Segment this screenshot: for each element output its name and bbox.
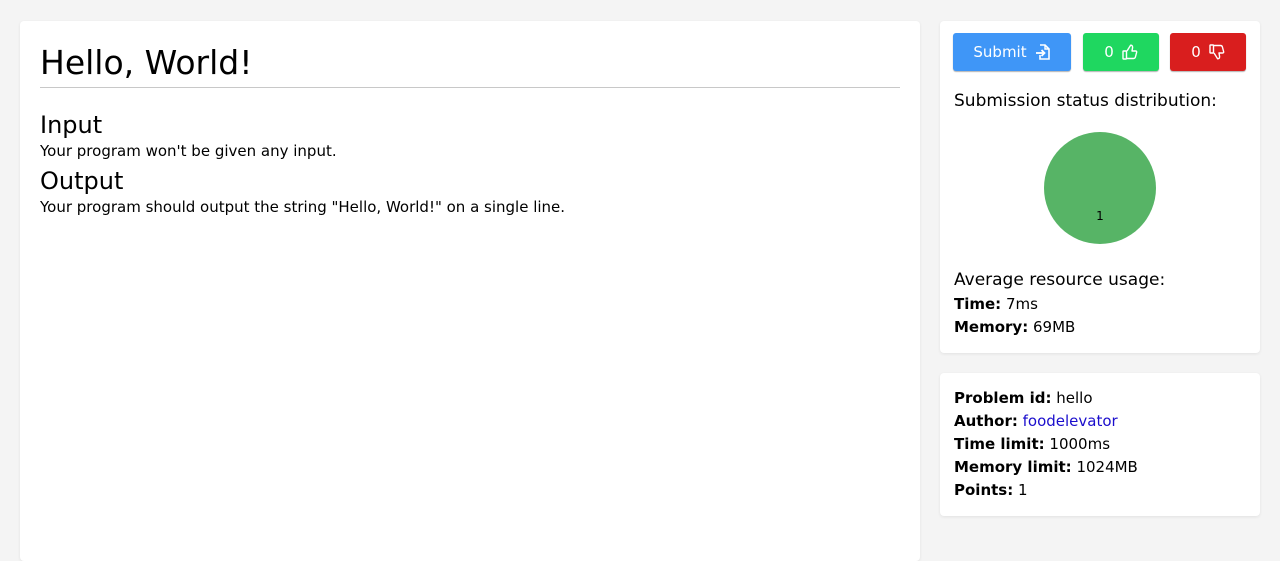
usage-time: Time: 7ms bbox=[954, 293, 1038, 316]
dislike-count: 0 bbox=[1191, 43, 1201, 61]
usage-memory: Memory: 69MB bbox=[954, 316, 1075, 339]
usage-time-value: 7ms bbox=[1005, 295, 1038, 313]
time-limit-label: Time limit: bbox=[954, 435, 1045, 453]
usage-memory-label: Memory: bbox=[954, 318, 1029, 336]
author-link[interactable]: foodelevator bbox=[1023, 412, 1118, 430]
time-limit-value: 1000ms bbox=[1049, 435, 1111, 453]
submission-panel: Submit 0 0 Submission status distributio… bbox=[940, 21, 1260, 353]
pie-slice-label-0: 1 bbox=[1096, 209, 1104, 223]
output-description: Your program should output the string "H… bbox=[40, 198, 566, 216]
problem-info-panel: Problem id: hello Author: foodelevator T… bbox=[940, 373, 1260, 516]
submit-label: Submit bbox=[973, 43, 1027, 61]
like-count: 0 bbox=[1104, 43, 1114, 61]
problem-id-value: hello bbox=[1056, 389, 1093, 407]
thumbs-down-icon bbox=[1209, 44, 1225, 60]
dislike-button[interactable]: 0 bbox=[1170, 33, 1246, 71]
author-label: Author: bbox=[954, 412, 1018, 430]
points-value: 1 bbox=[1018, 481, 1028, 499]
status-pie-chart: 1 bbox=[1044, 132, 1156, 244]
points-label: Points: bbox=[954, 481, 1014, 499]
pie-slice-0 bbox=[1044, 132, 1156, 244]
distribution-title: Submission status distribution: bbox=[954, 91, 1217, 111]
thumbs-up-icon bbox=[1122, 44, 1138, 60]
memory-limit-value: 1024MB bbox=[1076, 458, 1138, 476]
like-button[interactable]: 0 bbox=[1083, 33, 1159, 71]
usage-time-label: Time: bbox=[954, 295, 1002, 313]
input-description: Your program won't be given any input. bbox=[40, 142, 337, 160]
memory-limit-label: Memory limit: bbox=[954, 458, 1072, 476]
file-import-icon bbox=[1035, 44, 1051, 60]
author-row: Author: foodelevator bbox=[954, 410, 1246, 433]
memory-limit-row: Memory limit: 1024MB bbox=[954, 456, 1246, 479]
submit-button[interactable]: Submit bbox=[953, 33, 1071, 71]
time-limit-row: Time limit: 1000ms bbox=[954, 433, 1246, 456]
points-row: Points: 1 bbox=[954, 479, 1246, 502]
problem-id-label: Problem id: bbox=[954, 389, 1052, 407]
usage-title: Average resource usage: bbox=[954, 270, 1166, 290]
page-title: Hello, World! bbox=[40, 41, 900, 88]
usage-memory-value: 69MB bbox=[1033, 318, 1076, 336]
problem-id-row: Problem id: hello bbox=[954, 387, 1246, 410]
problem-statement-panel: Hello, World! Input Your program won't b… bbox=[20, 21, 920, 561]
output-heading: Output bbox=[40, 167, 124, 195]
input-heading: Input bbox=[40, 111, 103, 139]
